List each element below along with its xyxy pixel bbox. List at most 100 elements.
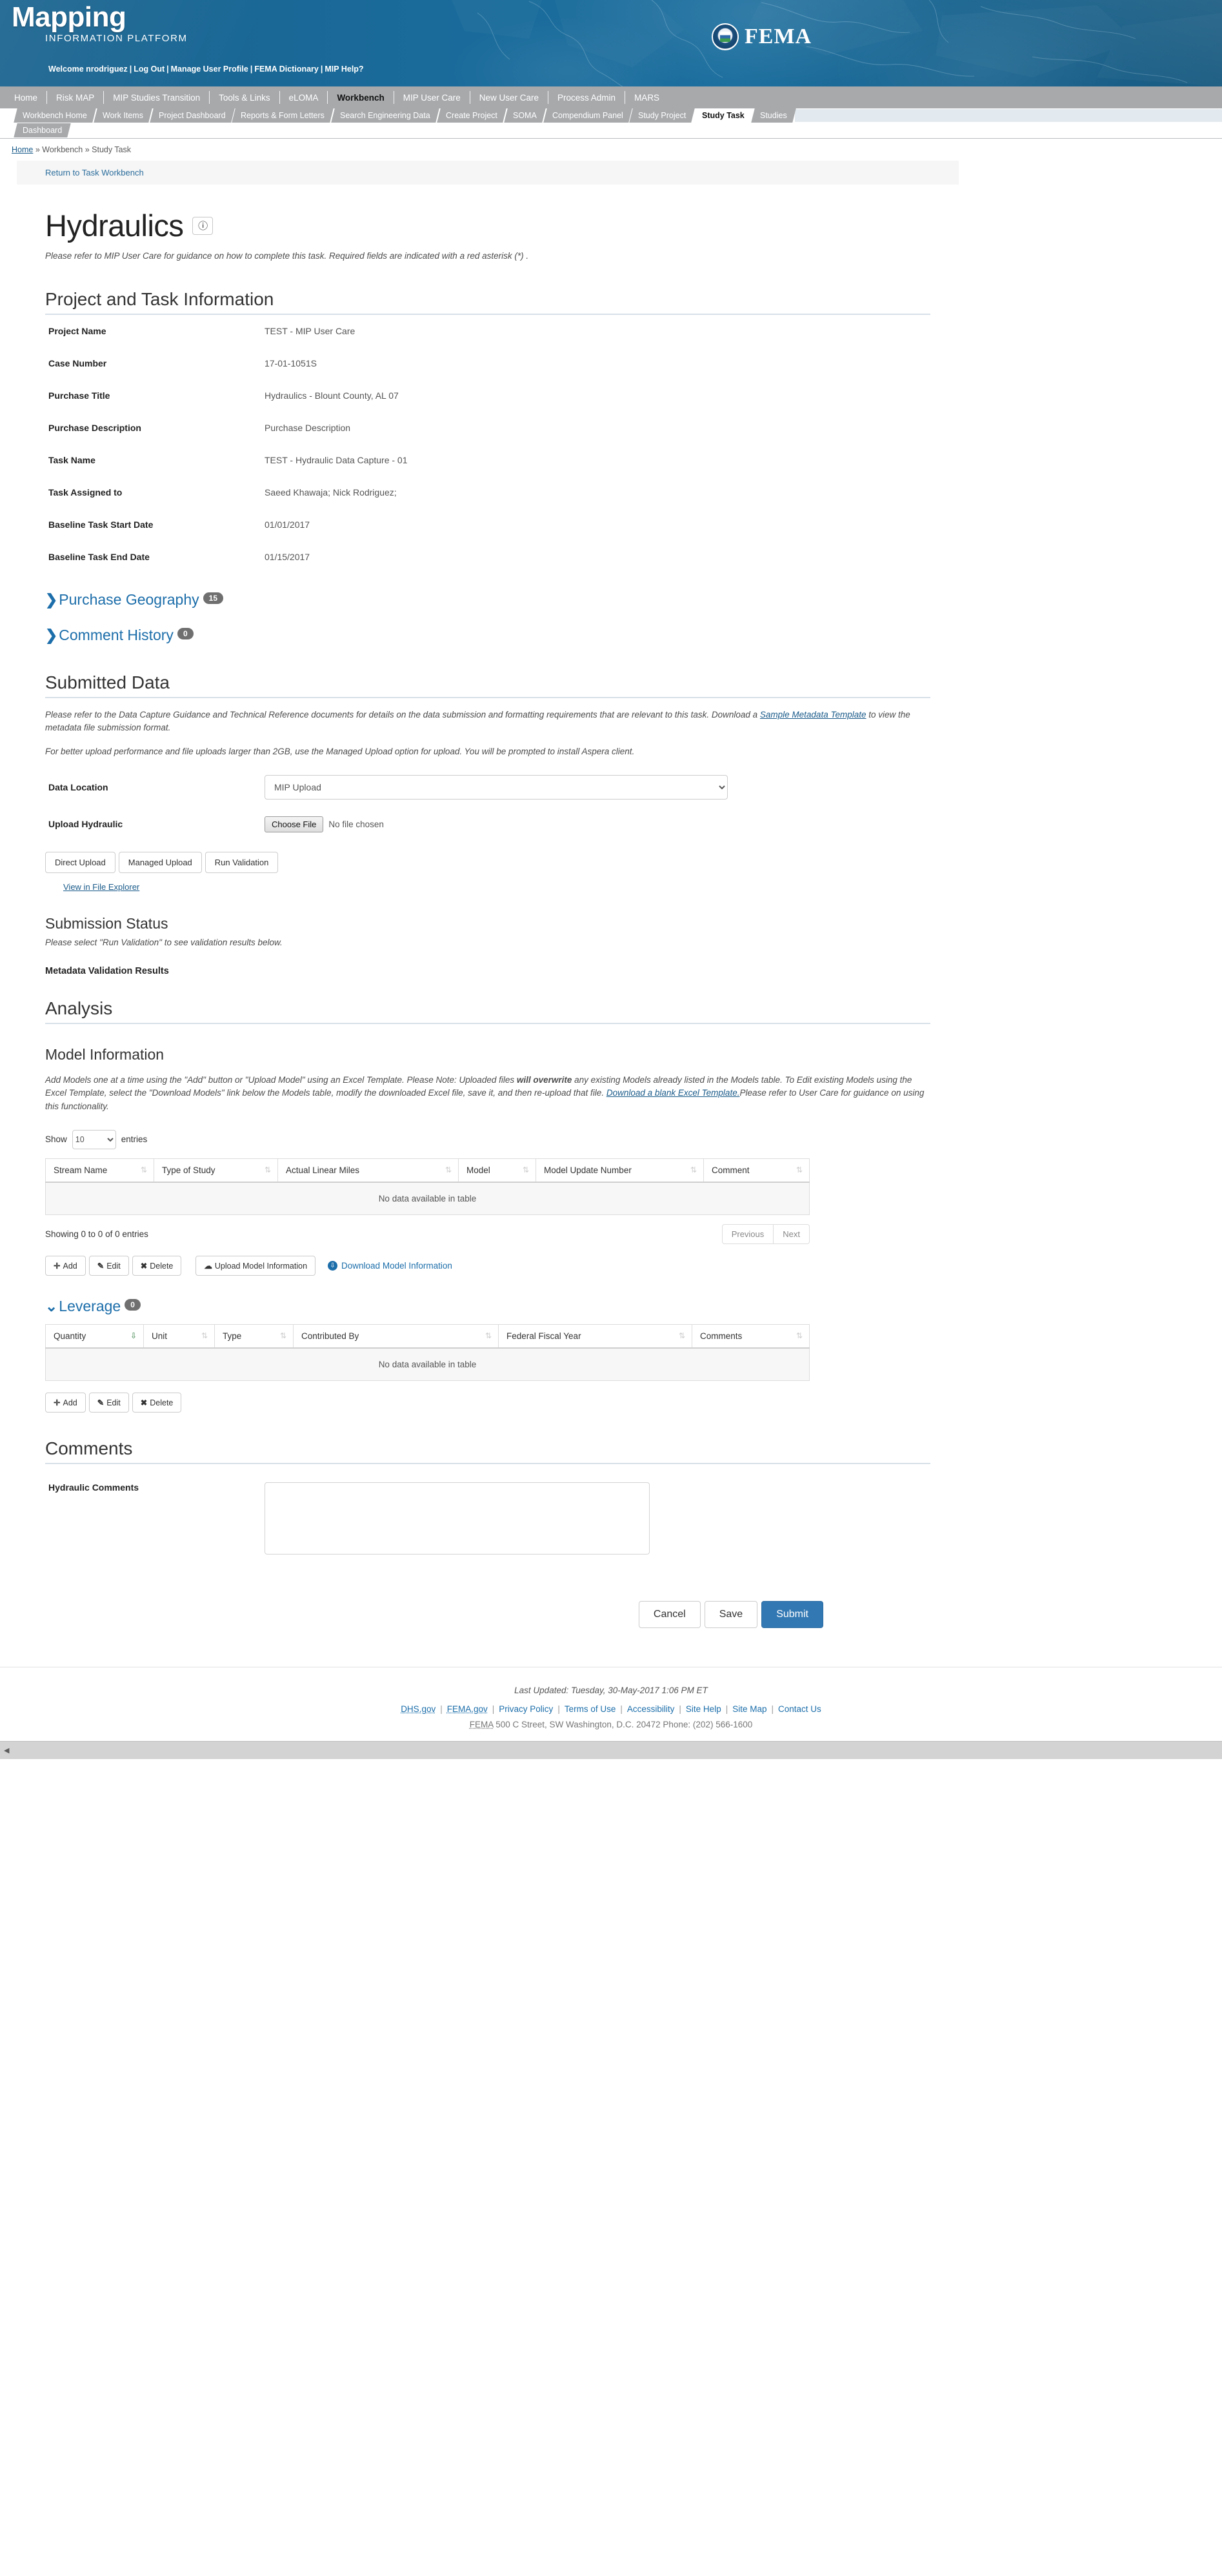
horizontal-scrollbar[interactable]: ◀ (0, 1740, 1222, 1759)
next-page-button[interactable]: Next (774, 1223, 810, 1244)
comment-history-link[interactable]: Comment History (59, 627, 174, 643)
project-task-info-heading: Project and Task Information (45, 289, 930, 315)
models-page-length-select[interactable]: 10 (72, 1129, 116, 1149)
col-contributed-by[interactable]: Contributed By ⇅ (293, 1323, 499, 1349)
nav-new-user-care[interactable]: New User Care (470, 93, 548, 103)
help-icon[interactable]: ⓘ (192, 216, 214, 235)
models-delete-button[interactable]: ✖ Delete (132, 1255, 182, 1276)
accordion-comment-history[interactable]: ❯Comment History 0 (45, 627, 930, 644)
data-location-select[interactable]: MIP Upload (265, 774, 728, 800)
fema-dictionary-link[interactable]: FEMA Dictionary (254, 65, 319, 74)
file-input-group[interactable]: Choose File No file chosen (265, 816, 384, 832)
nav-process-admin[interactable]: Process Admin (548, 93, 625, 103)
nav-mip-studies-transition[interactable]: MIP Studies Transition (104, 93, 209, 103)
col-type[interactable]: Type ⇅ (214, 1323, 294, 1349)
subtab-search-engineering-data[interactable]: Search Engineering Data (331, 108, 439, 123)
footer-link-contact-us[interactable]: Contact Us (778, 1704, 821, 1714)
hydraulic-comments-textarea[interactable] (265, 1482, 650, 1555)
col-actual-linear-miles[interactable]: Actual Linear Miles ⇅ (277, 1158, 459, 1183)
nav-risk-map[interactable]: Risk MAP (47, 93, 103, 103)
footer-link-terms-of-use[interactable]: Terms of Use (565, 1704, 616, 1714)
models-add-button[interactable]: ✛ Add (45, 1255, 86, 1276)
run-validation-button[interactable]: Run Validation (205, 851, 279, 873)
subtab-create-project[interactable]: Create Project (437, 108, 506, 123)
col-comment[interactable]: Comment ⇅ (703, 1158, 810, 1183)
field-label: Baseline Task End Date (48, 552, 150, 562)
subtab-project-dashboard[interactable]: Project Dashboard (150, 108, 235, 123)
nav-tools-links[interactable]: Tools & Links (210, 93, 279, 103)
col-model-update-number[interactable]: Model Update Number ⇅ (536, 1158, 704, 1183)
manage-profile-link[interactable]: Manage User Profile (171, 65, 248, 74)
nav-workbench[interactable]: Workbench (328, 93, 393, 103)
field-case-number: Case Number 17-01-1051S (45, 347, 930, 379)
nav-eloma[interactable]: eLOMA (280, 93, 328, 103)
col-model[interactable]: Model ⇅ (458, 1158, 536, 1183)
footer-link-fema-gov[interactable]: FEMA.gov (447, 1704, 488, 1714)
footer-link-accessibility[interactable]: Accessibility (627, 1704, 675, 1714)
subtab-dashboard[interactable]: Dashboard (14, 123, 71, 137)
subtab-study-project[interactable]: Study Project (629, 108, 696, 123)
submit-button[interactable]: Submit (761, 1600, 823, 1628)
footer-link-site-map[interactable]: Site Map (732, 1704, 766, 1714)
primary-navigation: Home Risk MAP MIP Studies Transition Too… (0, 86, 1222, 108)
field-baseline-task-start-date: Baseline Task Start Date 01/01/2017 (45, 508, 930, 541)
subtab-work-items[interactable]: Work Items (94, 108, 152, 123)
upload-cloud-icon: ☁ (204, 1261, 212, 1271)
footer-link-privacy-policy[interactable]: Privacy Policy (499, 1704, 553, 1714)
managed-upload-button[interactable]: Managed Upload (118, 851, 202, 873)
chevron-right-icon: ❯ (45, 591, 58, 608)
leverage-link[interactable]: Leverage (59, 1298, 121, 1314)
col-unit[interactable]: Unit ⇅ (143, 1323, 215, 1349)
save-button[interactable]: Save (704, 1600, 758, 1628)
subtab-study-task[interactable]: Study Task (693, 108, 754, 123)
subtab-studies[interactable]: Studies (750, 108, 796, 123)
sort-icon: ⇅ (522, 1165, 529, 1175)
view-in-file-explorer-link[interactable]: View in File Explorer (63, 882, 139, 892)
subtab-compendium-panel[interactable]: Compendium Panel (543, 108, 632, 123)
leverage-add-button[interactable]: ✛ Add (45, 1392, 86, 1413)
nav-mars[interactable]: MARS (625, 93, 668, 103)
upload-model-information-button[interactable]: ☁ Upload Model Information (195, 1255, 316, 1276)
breadcrumb-home-link[interactable]: Home (12, 145, 33, 154)
models-edit-button[interactable]: ✎ Edit (88, 1255, 129, 1276)
col-quantity[interactable]: Quantity ⇩ (45, 1323, 144, 1349)
subtab-reports-form-letters[interactable]: Reports & Form Letters (232, 108, 334, 123)
logout-link[interactable]: Log Out (134, 65, 165, 74)
accordion-leverage[interactable]: ⌄Leverage 0 (45, 1298, 930, 1315)
footer-link-dhs-gov[interactable]: DHS.gov (401, 1704, 436, 1714)
download-blank-excel-template-link[interactable]: Download a blank Excel Template. (606, 1088, 740, 1098)
subnav-row-1: Workbench Home Work Items Project Dashbo… (14, 108, 1222, 123)
cancel-button[interactable]: Cancel (638, 1600, 701, 1628)
nav-mip-user-care[interactable]: MIP User Care (394, 93, 470, 103)
footer-link-site-help[interactable]: Site Help (686, 1704, 721, 1714)
col-type-of-study[interactable]: Type of Study ⇅ (154, 1158, 278, 1183)
sort-icon: ⇅ (140, 1165, 147, 1175)
show-label: Show (45, 1134, 67, 1145)
subtab-label: Reports & Form Letters (241, 111, 325, 120)
col-federal-fiscal-year[interactable]: Federal Fiscal Year ⇅ (498, 1323, 692, 1349)
plus-icon: ✛ (54, 1261, 61, 1271)
leverage-edit-button[interactable]: ✎ Edit (88, 1392, 129, 1413)
model-information-note: Add Models one at a time using the "Add"… (45, 1074, 929, 1113)
subtab-label: Study Task (701, 111, 745, 120)
direct-upload-button[interactable]: Direct Upload (45, 851, 115, 873)
upload-buttons-row: Direct Upload Managed Upload Run Validat… (45, 851, 930, 873)
col-stream-name[interactable]: Stream Name ⇅ (45, 1158, 154, 1183)
sample-metadata-template-link[interactable]: Sample Metadata Template (760, 710, 866, 719)
dhs-seal-icon (712, 23, 739, 50)
field-label: Project Name (48, 326, 106, 336)
accordion-purchase-geography[interactable]: ❯Purchase Geography 15 (45, 591, 930, 609)
column-label: Type (223, 1331, 242, 1341)
return-to-task-workbench-link[interactable]: Return to Task Workbench (45, 168, 144, 177)
leverage-delete-button[interactable]: ✖ Delete (132, 1392, 182, 1413)
download-model-information-link[interactable]: ⇩ Download Model Information (328, 1260, 452, 1271)
scroll-left-arrow-icon[interactable]: ◀ (0, 1746, 13, 1755)
subtab-soma[interactable]: SOMA (504, 108, 546, 123)
mip-help-link[interactable]: MIP Help? (325, 65, 363, 74)
purchase-geography-link[interactable]: Purchase Geography (59, 591, 199, 608)
subtab-workbench-home[interactable]: Workbench Home (14, 108, 96, 123)
previous-page-button[interactable]: Previous (721, 1223, 774, 1244)
choose-file-button[interactable]: Choose File (265, 816, 324, 832)
col-comments[interactable]: Comments ⇅ (692, 1323, 810, 1349)
nav-home[interactable]: Home (5, 93, 46, 103)
